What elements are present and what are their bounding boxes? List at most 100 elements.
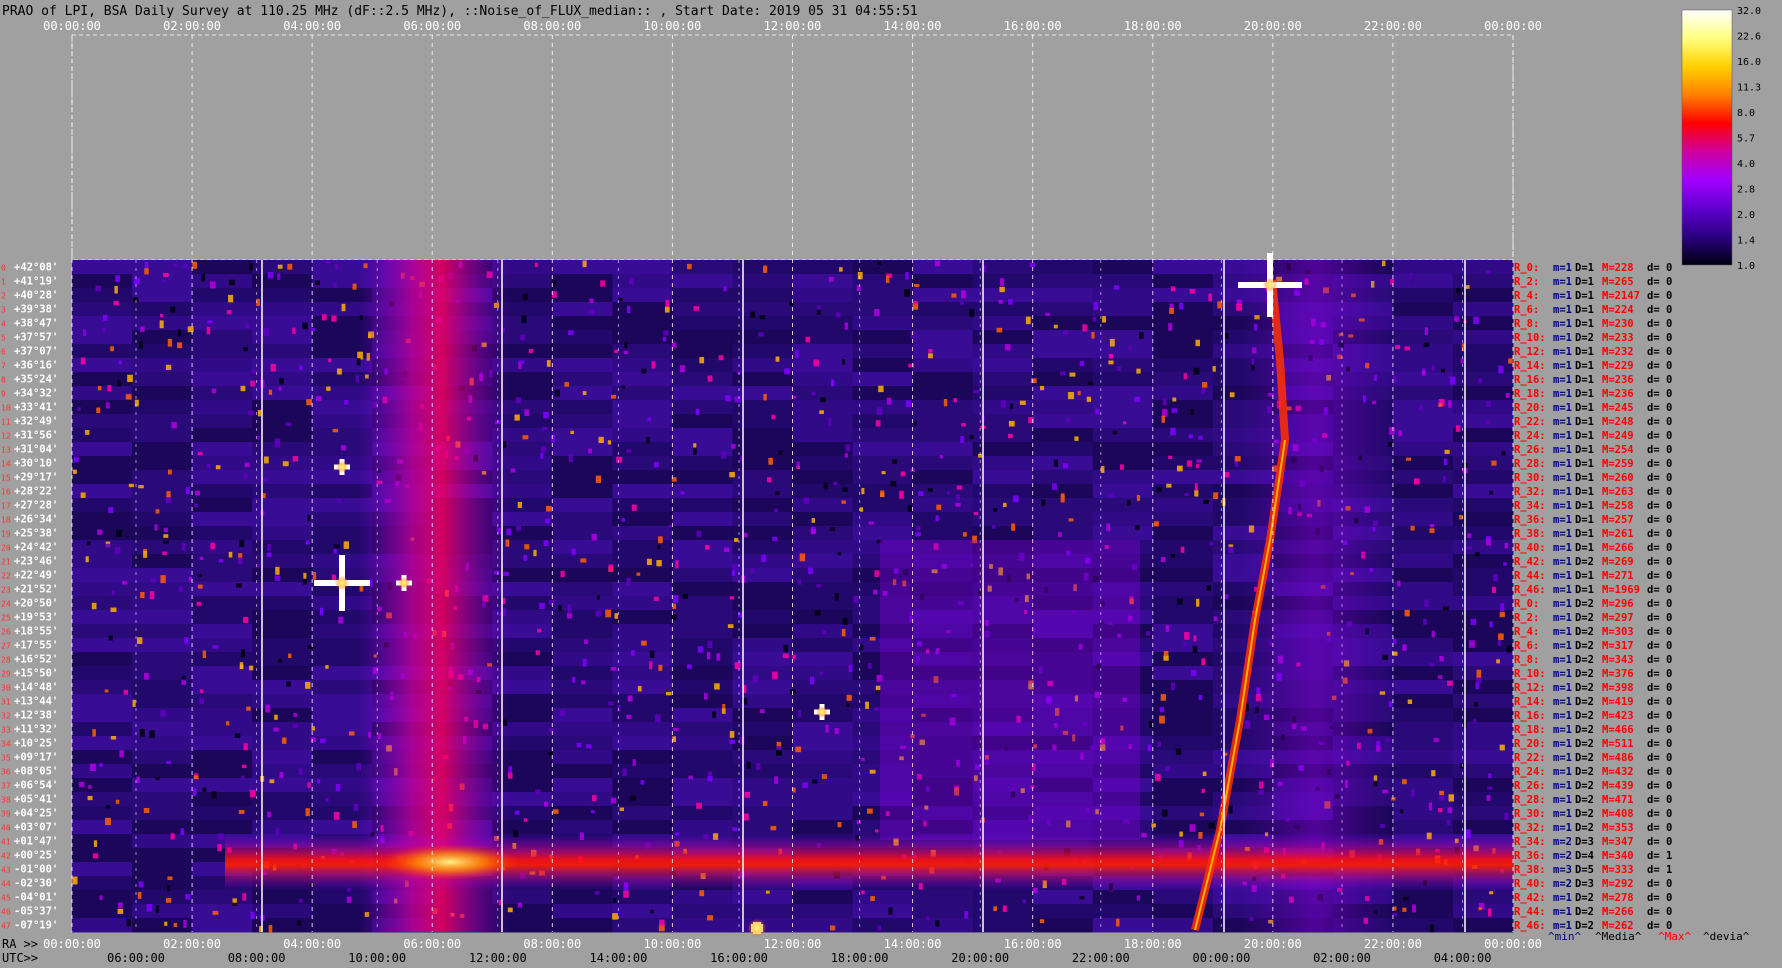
- heat-speckle: [250, 380, 255, 387]
- heat-speckle: [88, 785, 92, 789]
- heat-cell: [972, 512, 1034, 527]
- heat-cell: [132, 652, 193, 667]
- heat-speckle: [856, 284, 861, 291]
- row-stat-dev: d= 1: [1647, 850, 1672, 862]
- heat-cell: [672, 400, 733, 415]
- heat-speckle: [716, 653, 721, 661]
- beam-index-label: 21: [1, 558, 11, 567]
- beam-index-label: 30: [1, 684, 11, 693]
- declination-label: +14°48': [14, 682, 58, 694]
- heat-speckle: [549, 728, 554, 733]
- heat-speckle: [763, 265, 768, 273]
- heat-speckle: [649, 661, 653, 670]
- heat-speckle: [834, 593, 839, 601]
- ra-tick-label: 00:00:00: [1484, 937, 1542, 951]
- heat-cell: [132, 456, 193, 471]
- heat-cell: [612, 302, 673, 317]
- heat-cell: [132, 400, 193, 415]
- heat-cell: [252, 540, 313, 555]
- heat-speckle: [517, 902, 523, 908]
- heat-cell: [552, 330, 613, 345]
- heat-speckle: [212, 910, 219, 915]
- heat-cell: [252, 638, 313, 653]
- heat-speckle: [657, 544, 661, 550]
- heat-speckle: [164, 921, 168, 926]
- heat-cell: [972, 358, 1034, 373]
- heat-speckle: [268, 389, 273, 395]
- heat-speckle: [1112, 430, 1118, 435]
- heat-speckle: [822, 630, 827, 635]
- heat-cell: [72, 722, 133, 737]
- heat-cell: [1452, 750, 1514, 765]
- heat-speckle: [338, 616, 344, 624]
- row-stat-min: m=1: [1553, 388, 1572, 400]
- declination-label: +18°55': [14, 626, 58, 638]
- row-stat-r: R_24:: [1514, 766, 1546, 778]
- heat-cell: [732, 526, 793, 541]
- heat-speckle: [150, 578, 157, 583]
- heat-speckle: [72, 876, 78, 885]
- heat-cell: [252, 274, 313, 289]
- heat-speckle: [206, 326, 211, 335]
- heat-cell: [1032, 904, 1094, 919]
- row-stat-r: R_4:: [1514, 626, 1539, 638]
- heat-speckle: [315, 396, 322, 401]
- heat-speckle: [524, 409, 530, 416]
- heat-speckle: [1403, 896, 1409, 901]
- heat-speckle: [772, 671, 778, 680]
- heat-speckle: [199, 697, 205, 705]
- heat-speckle: [765, 890, 770, 894]
- declination-label: +42°08': [14, 262, 58, 274]
- heat-speckle: [1183, 642, 1188, 647]
- heat-cell: [1152, 736, 1214, 751]
- heat-speckle: [134, 399, 139, 407]
- heat-cell: [252, 666, 313, 681]
- heat-speckle: [108, 635, 113, 641]
- heat-speckle: [1062, 330, 1069, 336]
- heat-speckle: [1117, 366, 1121, 372]
- heat-speckle: [886, 397, 892, 405]
- heat-cell: [672, 414, 733, 429]
- row-stat-r: R_38:: [1514, 864, 1546, 876]
- heat-cell: [912, 512, 974, 527]
- heat-speckle: [1198, 694, 1203, 701]
- heat-speckle: [611, 394, 617, 399]
- heat-cell: [672, 526, 733, 541]
- heat-speckle: [727, 624, 734, 628]
- heat-speckle: [1183, 372, 1187, 380]
- row-stat-r: R_46:: [1514, 920, 1546, 932]
- heat-speckle: [925, 916, 930, 921]
- heat-cell: [72, 694, 133, 709]
- row-stat-dev: d= 0: [1647, 556, 1672, 568]
- utc-tick-label: 08:00:00: [228, 951, 286, 965]
- heat-cell: [912, 442, 974, 457]
- heat-cell: [192, 330, 253, 345]
- heat-speckle: [928, 353, 933, 359]
- heat-speckle: [99, 895, 103, 901]
- heat-cell: [192, 456, 253, 471]
- row-stat-r: R_36:: [1514, 514, 1546, 526]
- heat-cell: [552, 302, 613, 317]
- heat-cell: [1092, 372, 1154, 387]
- heat-speckle: [333, 548, 337, 554]
- heat-speckle: [317, 779, 321, 784]
- ra-tick-label: 18:00:00: [1124, 937, 1182, 951]
- ra-tick-label: 12:00:00: [764, 937, 822, 951]
- row-stat-max: M=419: [1602, 696, 1634, 708]
- heat-cell: [852, 512, 914, 527]
- row-stat-r: R_8:: [1514, 318, 1539, 330]
- heat-speckle: [187, 326, 194, 333]
- heat-cell: [912, 316, 974, 331]
- heat-speckle: [92, 853, 99, 859]
- heat-speckle: [608, 564, 614, 572]
- heat-cell: [1452, 694, 1514, 709]
- heat-cell: [192, 708, 253, 723]
- heat-speckle: [837, 552, 842, 556]
- heat-speckle: [868, 521, 875, 525]
- heat-speckle: [998, 299, 1003, 304]
- declination-label: +39°38': [14, 304, 58, 316]
- heat-cell: [792, 302, 854, 317]
- colorbar-tick-label: 16.0: [1737, 57, 1761, 68]
- heat-speckle: [870, 896, 875, 901]
- heat-speckle: [181, 676, 186, 680]
